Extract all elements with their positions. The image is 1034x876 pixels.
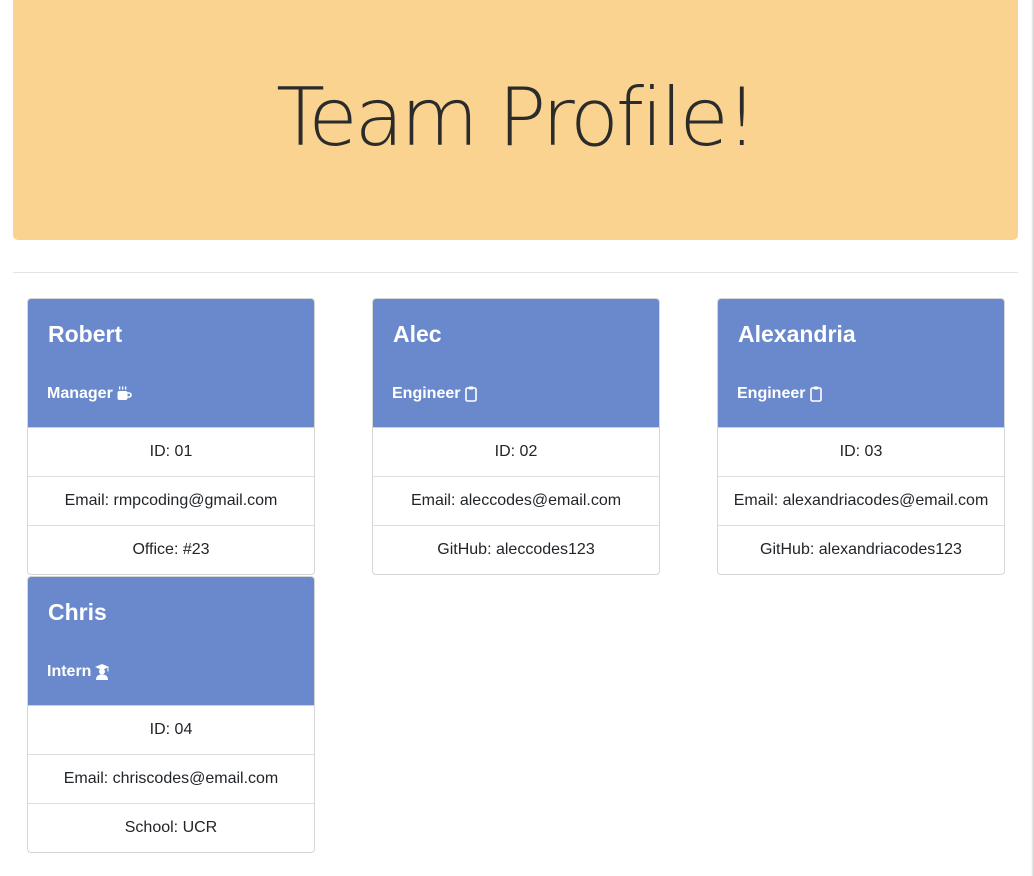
employee-school: School: UCR (28, 803, 314, 852)
card-header: Robert Manager (28, 299, 314, 427)
role-label: Engineer (737, 385, 806, 402)
page-title: Team Profile! (276, 70, 758, 164)
role-label: Manager (47, 385, 113, 402)
employee-name: Alexandria (738, 321, 856, 347)
employee-card-alec: Alec Engineer ID: 02 Email: aleccodes@em… (372, 298, 660, 575)
employee-email: Email: aleccodes@email.com (373, 476, 659, 525)
employee-email: Email: chriscodes@email.com (28, 754, 314, 803)
employee-email: Email: alexandriacodes@email.com (718, 476, 1004, 525)
employee-details: ID: 03 Email: alexandriacodes@email.com … (718, 427, 1004, 574)
employee-details: ID: 01 Email: rmpcoding@gmail.com Office… (28, 427, 314, 574)
employee-github: GitHub: alexandriacodes123 (718, 525, 1004, 574)
employee-id: ID: 03 (718, 427, 1004, 476)
employee-role: Intern (47, 663, 110, 681)
employee-card-robert: Robert Manager ID: 01 Email: rmpcoding@g… (27, 298, 315, 575)
role-label: Engineer (392, 385, 461, 402)
clipboard-icon (808, 385, 824, 403)
employee-email: Email: rmpcoding@gmail.com (28, 476, 314, 525)
clipboard-icon (463, 385, 479, 403)
employee-role: Engineer (392, 385, 479, 403)
employee-office: Office: #23 (28, 525, 314, 574)
divider (13, 272, 1018, 273)
employee-details: ID: 04 Email: chriscodes@email.com Schoo… (28, 705, 314, 852)
employee-github: GitHub: aleccodes123 (373, 525, 659, 574)
card-header: Alexandria Engineer (718, 299, 1004, 427)
page: Team Profile! Robert Manager ID: 01 Emai… (0, 0, 1034, 876)
employee-id: ID: 04 (28, 705, 314, 754)
employee-role: Manager (47, 385, 132, 403)
employee-card-chris: Chris Intern ID: 04 Email: chriscodes@em… (27, 576, 315, 853)
employee-role: Engineer (737, 385, 824, 403)
employee-id: ID: 01 (28, 427, 314, 476)
jumbotron-header: Team Profile! (13, 0, 1018, 240)
employee-name: Alec (393, 321, 442, 347)
employee-details: ID: 02 Email: aleccodes@email.com GitHub… (373, 427, 659, 574)
employee-name: Robert (48, 321, 123, 347)
employee-name: Chris (48, 599, 107, 625)
role-label: Intern (47, 663, 92, 680)
card-header: Chris Intern (28, 577, 314, 705)
employee-id: ID: 02 (373, 427, 659, 476)
mug-icon (116, 385, 132, 403)
employee-card-alexandria: Alexandria Engineer ID: 03 Email: alexan… (717, 298, 1005, 575)
graduate-icon (94, 663, 110, 681)
card-header: Alec Engineer (373, 299, 659, 427)
